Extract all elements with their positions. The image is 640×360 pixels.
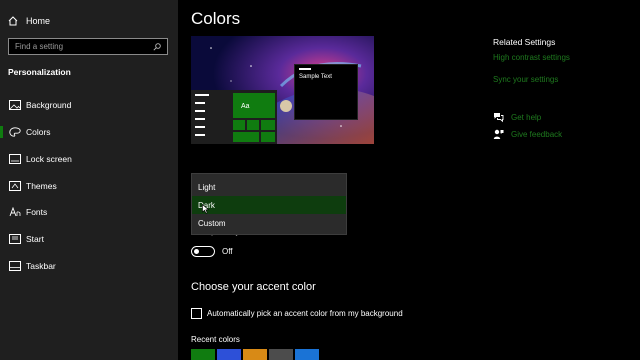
get-help-link[interactable]: Get help xyxy=(511,113,541,122)
recent-color-swatch[interactable] xyxy=(217,349,241,360)
search-icon[interactable] xyxy=(153,42,161,51)
home-link[interactable]: Home xyxy=(8,13,50,29)
sidebar-item-label: Colors xyxy=(26,127,51,137)
sidebar-item-fonts[interactable]: Fonts xyxy=(0,203,178,221)
lock-screen-icon xyxy=(9,154,21,164)
auto-accent-checkbox[interactable] xyxy=(191,308,202,319)
recent-color-swatch[interactable] xyxy=(243,349,267,360)
home-icon xyxy=(8,16,18,26)
transparency-state: Off xyxy=(222,247,233,256)
sidebar-item-background[interactable]: Background xyxy=(0,96,178,114)
fonts-icon xyxy=(9,207,21,217)
recent-color-swatch[interactable] xyxy=(269,349,293,360)
page-title: Colors xyxy=(191,9,241,28)
transparency-toggle[interactable] xyxy=(191,246,215,257)
related-settings-title: Related Settings xyxy=(493,37,556,47)
high-contrast-link[interactable]: High contrast settings xyxy=(493,53,570,62)
picture-icon xyxy=(9,100,21,110)
dropdown-option-light[interactable]: Light xyxy=(192,178,346,196)
sync-settings-link[interactable]: Sync your settings xyxy=(493,75,558,84)
sidebar-item-label: Fonts xyxy=(26,207,48,217)
search-box[interactable]: Find a setting xyxy=(8,38,168,55)
sidebar-item-colors[interactable]: Colors xyxy=(0,123,178,141)
color-mode-dropdown[interactable]: Light Dark Custom xyxy=(191,173,347,235)
home-label: Home xyxy=(26,16,51,26)
dropdown-option-custom[interactable]: Custom xyxy=(192,214,346,232)
start-icon xyxy=(9,234,21,244)
sidebar-item-start[interactable]: Start xyxy=(0,230,178,248)
recent-color-swatch[interactable] xyxy=(295,349,319,360)
sidebar-item-taskbar[interactable]: Taskbar xyxy=(0,257,178,275)
preview-tile-label: Aa xyxy=(241,103,250,110)
sidebar-item-label: Background xyxy=(26,100,72,110)
preview-start-menu: Aa xyxy=(191,90,277,144)
taskbar-icon xyxy=(9,261,21,271)
sidebar-item-themes[interactable]: Themes xyxy=(0,177,178,195)
recent-colors-label: Recent colors xyxy=(191,335,240,344)
sidebar-item-label: Themes xyxy=(26,181,57,191)
mouse-cursor-icon xyxy=(202,204,210,214)
section-title: Personalization xyxy=(8,67,71,77)
theme-preview: Aa Sample Text xyxy=(191,36,374,144)
give-feedback-link[interactable]: Give feedback xyxy=(511,130,562,139)
themes-icon xyxy=(9,181,21,191)
preview-window: Sample Text xyxy=(294,64,358,120)
sidebar-item-label: Taskbar xyxy=(26,261,56,271)
palette-icon xyxy=(9,127,21,137)
sidebar-item-label: Start xyxy=(26,234,44,244)
accent-color-heading: Choose your accent color xyxy=(191,281,316,293)
recent-color-swatch[interactable] xyxy=(191,349,215,360)
dropdown-option-dark[interactable]: Dark xyxy=(192,196,346,214)
preview-window-text: Sample Text xyxy=(299,74,332,80)
search-input[interactable]: Find a setting xyxy=(15,42,153,51)
help-chat-icon xyxy=(494,113,504,123)
feedback-icon xyxy=(493,129,504,139)
auto-accent-label: Automatically pick an accent color from … xyxy=(207,309,403,318)
toggle-knob xyxy=(194,248,199,254)
sidebar-item-label: Lock screen xyxy=(26,154,72,164)
sidebar: Home Find a setting Personalization Back… xyxy=(0,0,178,360)
sidebar-item-lock-screen[interactable]: Lock screen xyxy=(0,150,178,168)
